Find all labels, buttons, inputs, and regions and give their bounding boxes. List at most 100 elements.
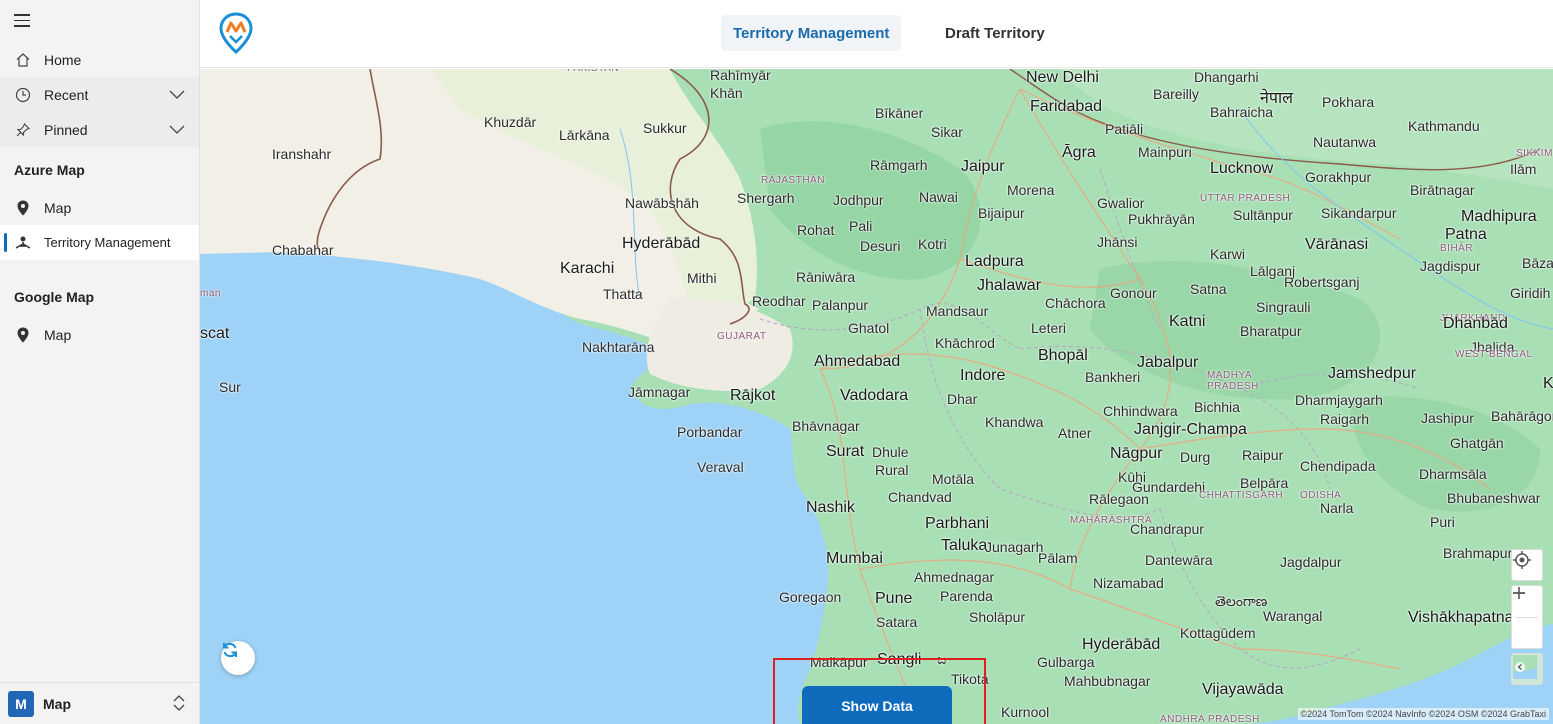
map-place-label: Patiāli [1105, 121, 1144, 137]
map-place-label: Rājkot [730, 387, 776, 404]
map-place-label: Sur [219, 379, 241, 395]
sidebar-item-pinned[interactable]: Pinned [0, 112, 199, 147]
map-place-label: Pali [849, 218, 873, 234]
map-place-label: Chabahar [272, 242, 334, 258]
map-place-label: Goregaon [779, 589, 842, 605]
map-place-label: Sultānpur [1233, 207, 1293, 223]
map-place-label: Dhanbād [1443, 315, 1508, 332]
map-place-label: తెలంగాణ [1215, 593, 1268, 609]
tab-draft-territory[interactable]: Draft Territory [933, 15, 1057, 51]
map-place-label: Sukkur [643, 120, 687, 136]
map-place-label: Gorakhpur [1305, 169, 1372, 185]
sidebar-item-recent[interactable]: Recent [0, 77, 199, 112]
map-place-label: Jashipur [1421, 410, 1474, 426]
map-place-label: Bāza [1522, 255, 1553, 271]
map-place-label: Nashik [806, 499, 855, 516]
map-place-label: Jamshedpur [1328, 365, 1417, 382]
chevron-down-icon[interactable] [169, 87, 185, 101]
tab-territory-management[interactable]: Territory Management [721, 15, 902, 51]
minus-icon [1513, 592, 1525, 594]
map-place-label: Satara [876, 614, 918, 630]
map-place-label: Rāmgarh [870, 157, 928, 173]
map-place-label: Vadodara [840, 387, 909, 404]
crosshair-icon [1513, 551, 1531, 569]
sidebar-item-home[interactable]: Home [0, 42, 199, 77]
chevron-down-icon[interactable] [169, 122, 185, 136]
map-attribution: ©2024 TomTom ©2024 NavInfo ©2024 OSM ©20… [1297, 708, 1549, 720]
sidebar-item-azure-map[interactable]: Map [0, 190, 199, 225]
map-place-label: Dharmsāla [1419, 466, 1487, 482]
map-place-label: Jhānsi [1097, 234, 1138, 250]
map-canvas[interactable]: PAKISTAN Rahīmyār Khān New Delhi Dhangarhi Fa… [200, 69, 1553, 724]
map-place-label: Khuzdār [484, 114, 537, 130]
map-place-label: Bhubaneshwar [1447, 490, 1541, 506]
map-place-label: Jodhpur [833, 192, 884, 208]
map-place-label: Reodhar [752, 293, 806, 309]
map-place-label: Belpāra [1240, 475, 1289, 491]
map-style-picker[interactable] [1511, 653, 1543, 685]
map-place-label: Madhipura [1461, 208, 1537, 225]
map-place-label: Satna [1190, 281, 1227, 297]
map-place-label: CHHATTISGARH [1199, 490, 1284, 501]
map-place-label: Mainpuri [1138, 144, 1192, 160]
map-place-label: Jhalawar [977, 277, 1042, 294]
map-place-label: Hyderābād [1082, 636, 1161, 653]
map-place-label: Palanpur [812, 297, 869, 313]
sidebar: Home Recent Pinned Azure Map Map Territo… [0, 0, 200, 724]
map-place-label: ANDHRA PRADESH [1160, 714, 1260, 724]
map-place-label: Ahmednagar [914, 569, 995, 585]
map-place-label: Mahbubnagar [1064, 673, 1151, 689]
map-place-label: Mumbai [826, 550, 883, 567]
locate-me-button[interactable] [1511, 549, 1543, 581]
chevron-up-down-icon[interactable] [173, 695, 185, 711]
show-data-button[interactable]: Show Data [802, 686, 952, 724]
group-title-azure-map: Azure Map [14, 162, 85, 178]
map-place-label: Āgra [1062, 144, 1096, 161]
map-place-label: Jabalpur [1137, 354, 1199, 371]
hamburger-menu-icon[interactable] [14, 14, 30, 28]
map-place-label: Bharatpur [1240, 323, 1302, 339]
area-switcher[interactable]: M Map [0, 682, 199, 724]
map-marker-icon [14, 199, 32, 217]
map-place-label: Nāgpur [1110, 445, 1163, 462]
zoom-control [1511, 585, 1543, 649]
map-place-label: Gwalior [1097, 195, 1145, 211]
map-place-label: Chendipada [1300, 458, 1376, 474]
app-header: Territory Management Draft Territory [200, 0, 1553, 68]
sidebar-item-label: Home [44, 51, 82, 68]
map-place-label: Dharmjaygarh [1295, 392, 1383, 408]
map-place-label: Vārānasi [1305, 236, 1369, 253]
territory-icon [14, 234, 32, 252]
map-place-label: SIKKIM [1516, 148, 1553, 159]
refresh-icon [223, 642, 237, 658]
map-place-label: Karwi [1210, 246, 1246, 262]
refresh-button[interactable] [221, 641, 255, 675]
map-place-label: Brahmapur [1443, 545, 1513, 561]
map-place-label: Birātnagar [1410, 182, 1475, 198]
map-place-label: Kotri [918, 236, 947, 252]
map-place-label: Giridih [1510, 285, 1551, 301]
map-place-label: Chandrapur [1130, 521, 1204, 537]
map-marker-icon [14, 326, 32, 344]
map-place-label: ಜ [937, 651, 947, 667]
sidebar-item-google-map[interactable]: Map [0, 317, 199, 352]
map-style-icon [1513, 655, 1537, 679]
sidebar-item-territory-management[interactable]: Territory Management [0, 225, 199, 260]
map-place-label: BIHĀR [1440, 243, 1474, 254]
map-place-label: Ghatol [848, 320, 890, 336]
map-place-label: Shergarh [737, 190, 795, 206]
map-place-label: Lārkāna [559, 127, 610, 143]
map-place-label: Ladpura [965, 253, 1024, 270]
map-place-label: Chhindwara [1103, 403, 1178, 419]
map-place-label: Faridabad [1030, 98, 1103, 115]
map-place-label: Morena [1007, 182, 1055, 198]
clock-icon [14, 86, 32, 104]
map-place-label: Bīkāner [875, 105, 924, 121]
map-place-label: Indore [960, 367, 1006, 384]
map-place-label: Bichhia [1194, 399, 1240, 415]
map-place-label: man [200, 288, 221, 299]
map-place-label: Atner [1058, 425, 1092, 441]
map-place-label: Nautanwa [1313, 134, 1377, 150]
map-place-label: UTTAR PRADESH [1200, 193, 1291, 204]
map-place-label: Vijayawāda [1202, 681, 1284, 698]
